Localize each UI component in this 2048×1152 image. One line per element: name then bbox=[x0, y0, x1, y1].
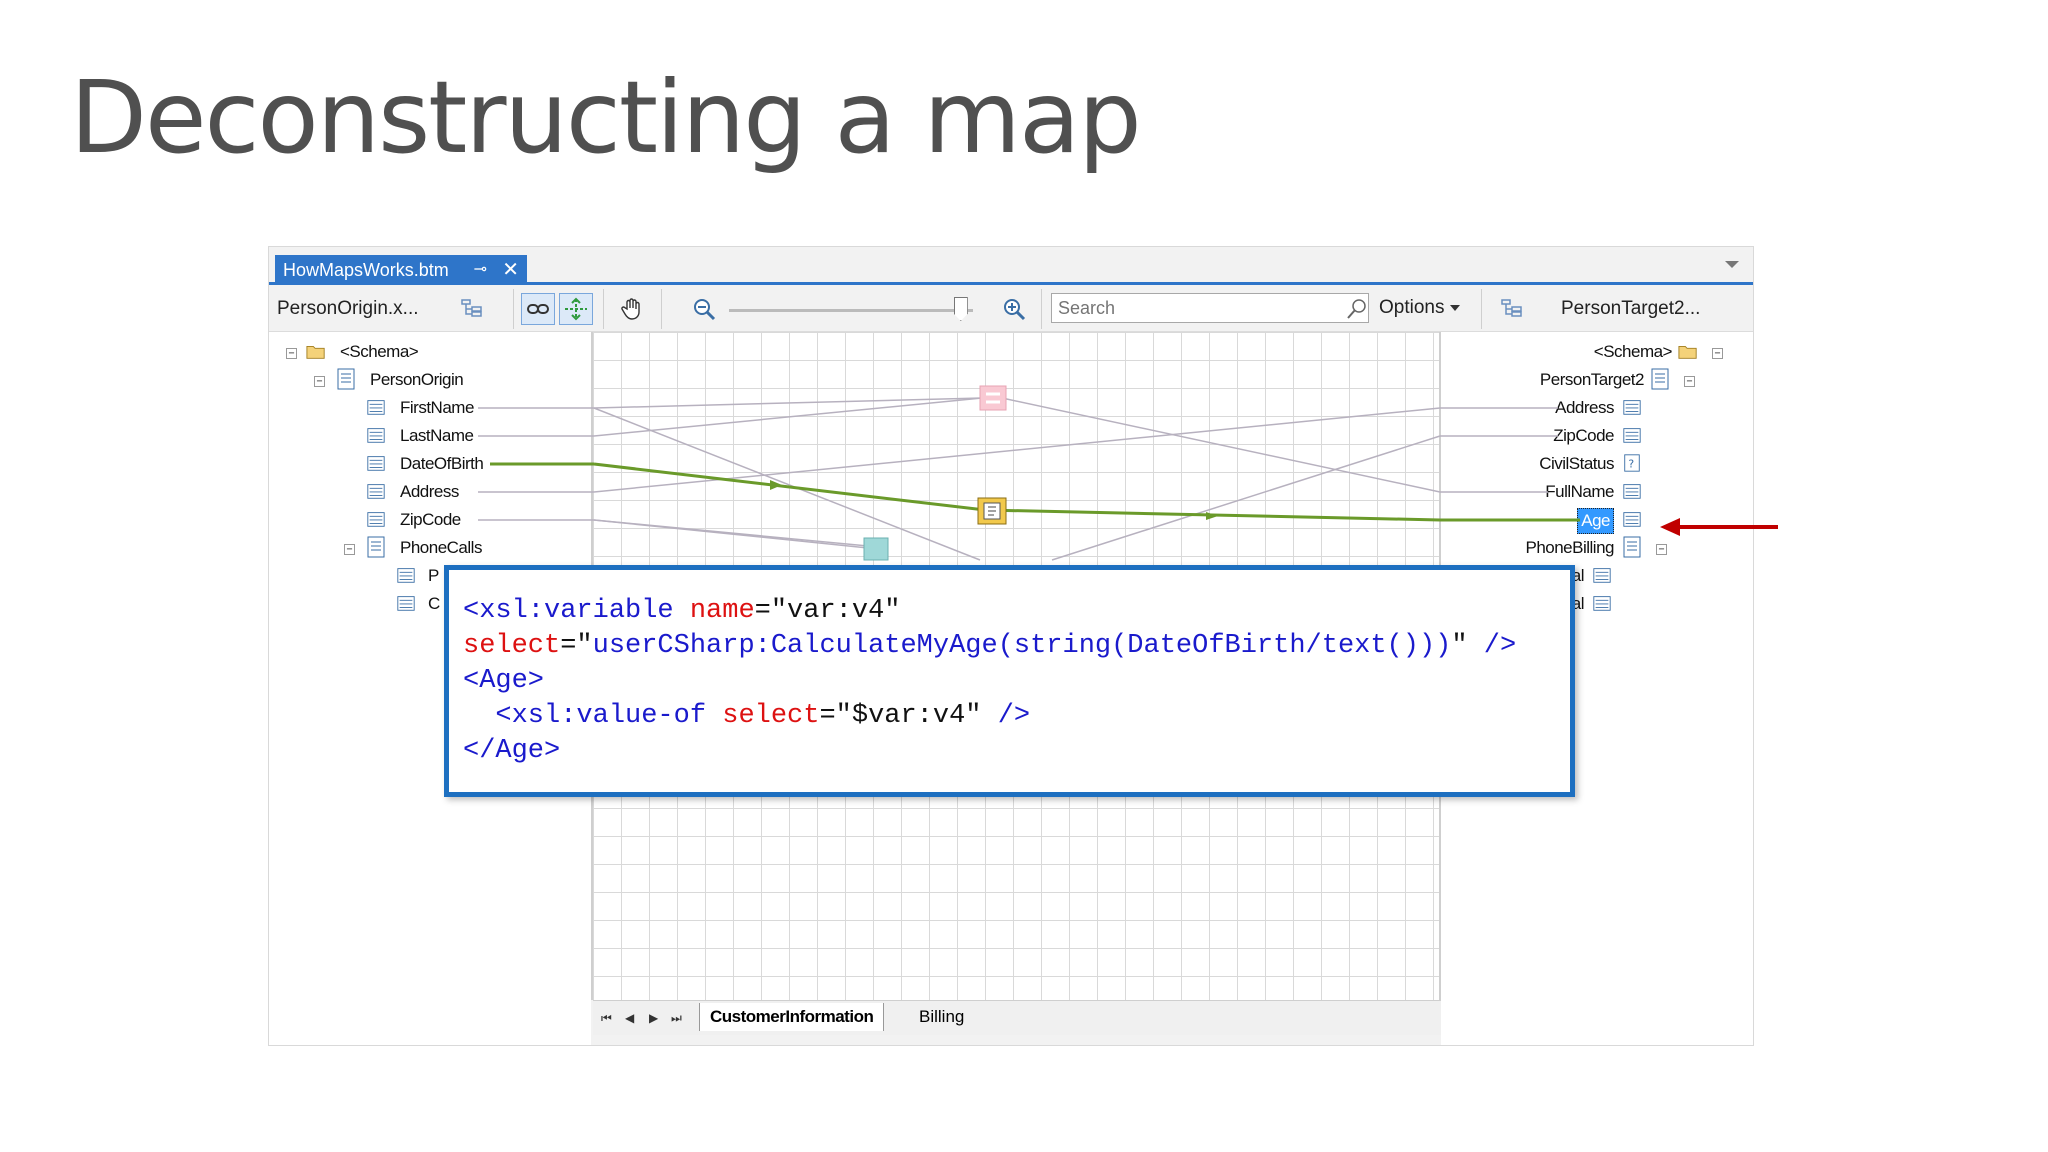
source-field[interactable]: ZipCode bbox=[400, 508, 461, 532]
last-page-icon[interactable]: ⏭ bbox=[671, 1011, 682, 1026]
source-tree-options-icon[interactable] bbox=[455, 293, 489, 325]
folder-icon bbox=[1678, 346, 1697, 359]
collapse-record-icon[interactable]: − bbox=[1656, 544, 1667, 555]
zoom-slider-handle[interactable] bbox=[953, 297, 968, 321]
source-schema-label: PersonOrigin.x... bbox=[277, 298, 419, 319]
field-icon bbox=[367, 400, 385, 415]
code-select-expression: userCSharp:CalculateMyAge(string(DateOfB… bbox=[592, 631, 1452, 661]
pin-icon[interactable]: ⊸ bbox=[474, 255, 487, 285]
options-dropdown[interactable]: Options bbox=[1379, 297, 1461, 319]
prev-page-icon[interactable]: ◀ bbox=[625, 1011, 634, 1025]
options-caret-icon bbox=[1450, 304, 1461, 311]
collapse-record-icon[interactable]: − bbox=[344, 544, 355, 555]
source-field[interactable]: FirstName bbox=[400, 396, 474, 420]
collapse-schema-icon[interactable]: − bbox=[286, 348, 297, 359]
field-icon bbox=[1623, 400, 1641, 415]
folder-icon bbox=[306, 346, 325, 359]
record-icon bbox=[337, 368, 355, 390]
document-tabstrip: HowMapsWorks.btm ⊸ ✕ bbox=[269, 247, 1753, 285]
source-schema-root[interactable]: <Schema> bbox=[340, 340, 419, 364]
source-field[interactable]: LastName bbox=[400, 424, 474, 448]
zoom-out-icon[interactable] bbox=[687, 293, 721, 325]
first-page-icon[interactable]: ⏮ bbox=[601, 1011, 612, 1026]
code-line-1: <xsl:variable name="var:v4" bbox=[463, 596, 901, 626]
source-record-person-origin[interactable]: PersonOrigin bbox=[370, 368, 464, 392]
auto-scroll-icon[interactable] bbox=[559, 293, 593, 325]
options-label: Options bbox=[1379, 297, 1445, 318]
field-icon bbox=[397, 596, 415, 611]
source-field[interactable]: C bbox=[428, 592, 440, 616]
slide-title: Deconstructing a map bbox=[70, 59, 1142, 176]
source-record-phone-calls[interactable]: PhoneCalls bbox=[400, 536, 482, 560]
record-icon bbox=[367, 536, 385, 558]
collapse-record-icon[interactable]: − bbox=[1684, 376, 1695, 387]
tab-dropdown-icon[interactable] bbox=[1725, 261, 1739, 268]
field-icon bbox=[1623, 484, 1641, 499]
target-record-phone-billing[interactable]: PhoneBilling bbox=[1525, 536, 1614, 560]
target-field[interactable]: FullName bbox=[1545, 480, 1614, 504]
target-record-person-target2[interactable]: PersonTarget2 bbox=[1540, 368, 1645, 392]
mapper-toolbar: PersonOrigin.x... Options bbox=[269, 285, 1753, 332]
target-field-age[interactable]: Age bbox=[1577, 508, 1614, 534]
target-schema-root[interactable]: <Schema> bbox=[1594, 340, 1673, 364]
xslt-code-callout: <xsl:variable name="var:v4" select="user… bbox=[444, 565, 1575, 797]
svg-text:?: ? bbox=[1628, 458, 1634, 471]
search-icon[interactable] bbox=[1345, 297, 1369, 327]
field-icon bbox=[367, 456, 385, 471]
source-field[interactable]: Address bbox=[400, 480, 459, 504]
field-icon bbox=[1623, 428, 1641, 443]
code-line-3: <Age> bbox=[463, 666, 545, 696]
source-field-date-of-birth[interactable]: DateOfBirth bbox=[400, 452, 484, 476]
field-icon bbox=[367, 484, 385, 499]
close-icon[interactable]: ✕ bbox=[502, 255, 519, 285]
target-schema-label: PersonTarget2... bbox=[1561, 298, 1701, 319]
field-icon bbox=[367, 512, 385, 527]
record-icon bbox=[1651, 368, 1669, 390]
target-field[interactable]: ZipCode bbox=[1553, 424, 1614, 448]
target-field[interactable]: Address bbox=[1555, 396, 1614, 420]
code-line-5: </Age> bbox=[463, 736, 561, 766]
tab-billing[interactable]: Billing bbox=[909, 1003, 974, 1031]
pan-hand-icon[interactable] bbox=[615, 293, 649, 325]
document-tab[interactable]: HowMapsWorks.btm ⊸ ✕ bbox=[275, 255, 527, 285]
field-icon bbox=[1593, 568, 1611, 583]
document-tab-label: HowMapsWorks.btm bbox=[283, 260, 449, 280]
zoom-slider[interactable] bbox=[729, 309, 973, 312]
source-field[interactable]: P bbox=[428, 564, 439, 588]
collapse-schema-icon[interactable]: − bbox=[1712, 348, 1723, 359]
field-icon bbox=[367, 428, 385, 443]
map-page-tabs: ⏮ ◀ ▶ ⏭ CustomerInformation Billing bbox=[593, 1000, 1441, 1035]
code-line-2: select="userCSharp:CalculateMyAge(string… bbox=[463, 631, 1517, 661]
target-field[interactable]: CivilStatus bbox=[1539, 452, 1614, 476]
red-pointer-arrow-icon bbox=[1660, 518, 1778, 536]
next-page-icon[interactable]: ▶ bbox=[649, 1011, 658, 1025]
link-view-icon[interactable] bbox=[521, 293, 555, 325]
target-tree-options-icon[interactable] bbox=[1495, 293, 1529, 325]
search-input[interactable] bbox=[1051, 293, 1369, 323]
record-icon bbox=[1623, 536, 1641, 558]
field-icon bbox=[1623, 512, 1641, 527]
field-icon bbox=[397, 568, 415, 583]
tab-customer-information[interactable]: CustomerInformation bbox=[699, 1003, 885, 1031]
field-unknown-icon: ? bbox=[1624, 454, 1640, 472]
code-line-4: <xsl:value-of select="$var:v4" /> bbox=[495, 701, 1031, 731]
zoom-in-icon[interactable] bbox=[997, 293, 1031, 325]
field-icon bbox=[1593, 596, 1611, 611]
collapse-record-icon[interactable]: − bbox=[314, 376, 325, 387]
